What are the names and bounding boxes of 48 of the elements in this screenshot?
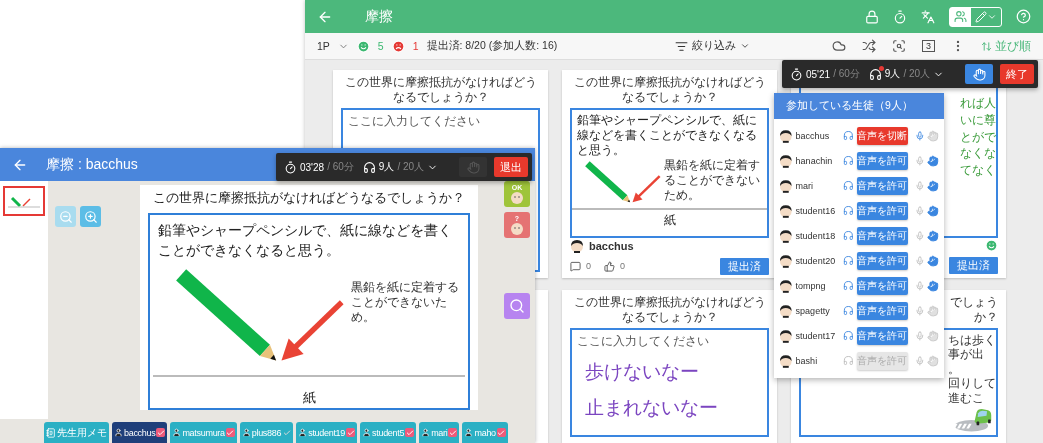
answer-text: なくな (960, 145, 996, 163)
question-text: この世界に摩擦抵抗がなければどうなるでしょうか？ (572, 75, 767, 105)
note-text: 黒鉛を紙に定着することができないため。 (351, 280, 460, 326)
student-name: hanachin (795, 155, 834, 166)
student-name: student18 (795, 230, 837, 241)
time-limit: / 60分 (833, 67, 860, 81)
author-name: bacchus (589, 239, 634, 252)
answer-text: ちは歩く事が出 (948, 333, 996, 362)
answer-text: 。 (948, 361, 961, 377)
good-count: 5 (377, 40, 384, 52)
paper-label: 紙 (662, 212, 677, 229)
like-count: 0 (620, 261, 626, 271)
answer-text: 鉛筆やシャープペンシルで、紙に線などを書くことができなくなると思う。 (158, 221, 453, 260)
answer-text: てなく (960, 162, 996, 179)
question-text: この世界に摩擦抵抗がなければどうなるでしょうか？ (343, 75, 538, 105)
window-title: 摩擦 : bacchus (46, 155, 138, 174)
handwritten-text: 止まれないなー (585, 395, 719, 421)
comment-count: 0 (586, 261, 591, 271)
note-text: 黒鉛を紙に定着することができないため。 (663, 158, 761, 203)
elapsed-time: 03'28 (300, 161, 325, 173)
paper-label: 紙 (301, 389, 317, 408)
student-name: student20 (795, 255, 837, 266)
question-text: でしょうか？ (950, 295, 998, 325)
answer-text: いに尊 (960, 111, 996, 129)
window-title: 摩擦 (365, 7, 393, 26)
student-name: spagetty (795, 305, 831, 316)
answer-text: とがで (960, 128, 996, 146)
question-text: この世界に摩擦抵抗がなければどうなるでしょうか？ (152, 189, 466, 207)
question-text: この世界に摩擦抵抗がなければどうなるでしょうか？ (572, 295, 767, 325)
time-limit: / 60分 (327, 160, 354, 174)
student-name: student16 (795, 205, 837, 216)
answer-placeholder: ここに入力してください (577, 333, 710, 350)
student-name: mari (795, 180, 815, 191)
bad-count: 1 (412, 40, 419, 52)
submission-count: 提出済: 8/20 (参加人数: 16) (426, 39, 558, 53)
answer-text: れば人 (960, 95, 996, 112)
handwritten-text: 歩けないなー (585, 359, 700, 384)
answer-placeholder: ここに入力してください (348, 113, 481, 130)
student-name: bacchus (795, 130, 831, 141)
total-count: / 20人 (903, 67, 931, 81)
answer-text: 回りして進むこ (948, 376, 996, 405)
popup-title: 参加している生徒（9人） (774, 93, 944, 119)
answer-text: 鉛筆やシャープペンシルで、紙に線などを書くことができなくなると思う。 (577, 113, 758, 158)
total-count: / 20人 (397, 160, 425, 174)
listener-count: 9人 (884, 67, 901, 81)
listener-count: 9人 (378, 160, 395, 174)
elapsed-time: 05'21 (806, 68, 831, 80)
student-name: tompng (795, 280, 827, 291)
